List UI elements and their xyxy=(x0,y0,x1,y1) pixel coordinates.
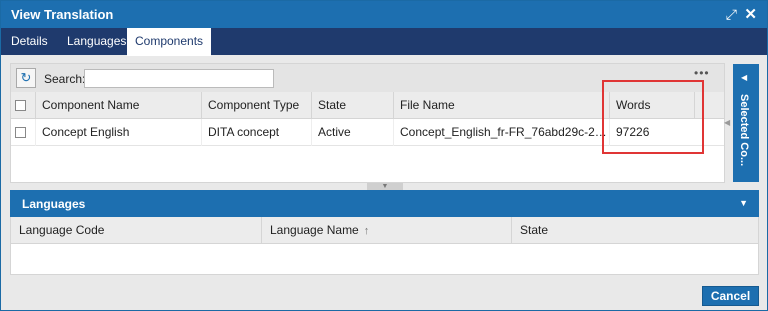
column-state[interactable]: State xyxy=(311,92,393,119)
cell-component-name: Concept English xyxy=(35,119,201,146)
column-component-type[interactable]: Component Type xyxy=(201,92,311,119)
tab-details[interactable]: Details xyxy=(3,28,56,55)
languages-title: Languages xyxy=(22,197,86,211)
row-checkbox[interactable] xyxy=(15,127,26,138)
dialog-footer: Cancel xyxy=(1,275,767,310)
languages-grid: Language Code Language Name ↑ State xyxy=(10,217,759,275)
languages-header[interactable]: Languages ▼ xyxy=(10,190,759,217)
column-file-name[interactable]: File Name xyxy=(393,92,609,119)
words-highlight-box xyxy=(602,80,704,154)
languages-grid-header: Language Code Language Name ↑ State xyxy=(11,217,758,244)
select-all-checkbox[interactable] xyxy=(15,100,26,111)
more-actions-icon[interactable]: ••• xyxy=(694,66,710,80)
column-component-name[interactable]: Component Name xyxy=(35,92,201,119)
tab-bar: Details Languages Components xyxy=(1,28,767,56)
column-language-state[interactable]: State xyxy=(511,217,758,244)
column-language-name-label: Language Name xyxy=(270,223,359,237)
close-icon[interactable]: ✕ xyxy=(744,5,757,23)
cancel-button[interactable]: Cancel xyxy=(702,286,759,306)
search-label: Search: xyxy=(44,72,86,86)
select-all-cell xyxy=(11,92,35,119)
view-translation-dialog: View Translation ⤢ ✕ Details Languages C… xyxy=(0,0,768,311)
column-language-name[interactable]: Language Name ↑ xyxy=(261,217,511,244)
dialog-title: View Translation xyxy=(11,7,114,22)
row-select-cell xyxy=(11,119,35,146)
selected-components-label: Selected Co... xyxy=(738,94,750,167)
cell-state: Active xyxy=(311,119,393,146)
cell-file-name: Concept_English_fr-FR_76abd29c-27cb-4... xyxy=(393,119,609,146)
search-input[interactable] xyxy=(84,69,274,88)
sort-ascending-icon: ↑ xyxy=(363,225,370,237)
expand-left-icon: ◀ xyxy=(741,73,748,82)
tab-languages[interactable]: Languages xyxy=(59,28,134,55)
refresh-icon[interactable]: ↻ xyxy=(16,68,36,88)
splitter-handle[interactable]: ▼ xyxy=(367,183,403,190)
title-bar: View Translation ⤢ ✕ xyxy=(1,1,767,28)
selected-components-panel[interactable]: ◀ Selected Co... xyxy=(733,64,759,182)
tab-components[interactable]: Components xyxy=(127,28,212,56)
chevron-down-icon[interactable]: ▼ xyxy=(739,198,748,208)
column-language-code[interactable]: Language Code xyxy=(11,217,261,244)
expand-icon[interactable]: ⤢ xyxy=(726,6,737,23)
cell-component-type: DITA concept xyxy=(201,119,311,146)
collapse-arrow-icon[interactable]: ◀ xyxy=(724,118,732,130)
